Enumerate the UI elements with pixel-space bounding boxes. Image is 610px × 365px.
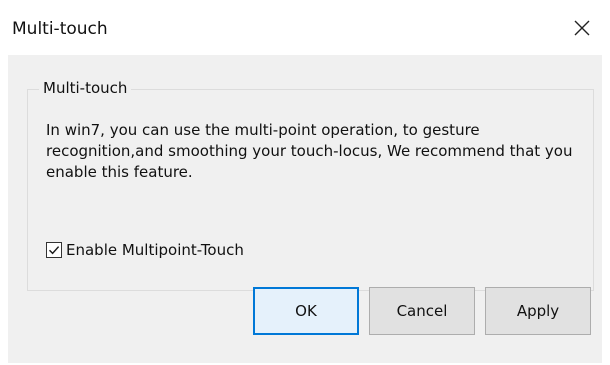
- group-legend: Multi-touch: [39, 78, 132, 98]
- title-bar: Multi-touch: [0, 0, 610, 55]
- ok-button[interactable]: OK: [253, 287, 359, 335]
- close-button[interactable]: [554, 0, 610, 55]
- checkmark-icon: [49, 246, 60, 255]
- enable-multitouch-checkbox-row[interactable]: Enable Multipoint-Touch: [46, 240, 244, 260]
- close-icon: [574, 20, 590, 35]
- multitouch-groupbox: Multi-touch In win7, you can use the mul…: [27, 78, 594, 291]
- description-text: In win7, you can use the multi-point ope…: [46, 121, 573, 181]
- cancel-button[interactable]: Cancel: [369, 287, 475, 335]
- apply-button[interactable]: Apply: [485, 287, 591, 335]
- dialog-body: Multi-touch In win7, you can use the mul…: [8, 55, 602, 363]
- checkbox-label: Enable Multipoint-Touch: [66, 241, 244, 259]
- enable-multitouch-checkbox[interactable]: [46, 242, 62, 258]
- window-title: Multi-touch: [12, 19, 108, 39]
